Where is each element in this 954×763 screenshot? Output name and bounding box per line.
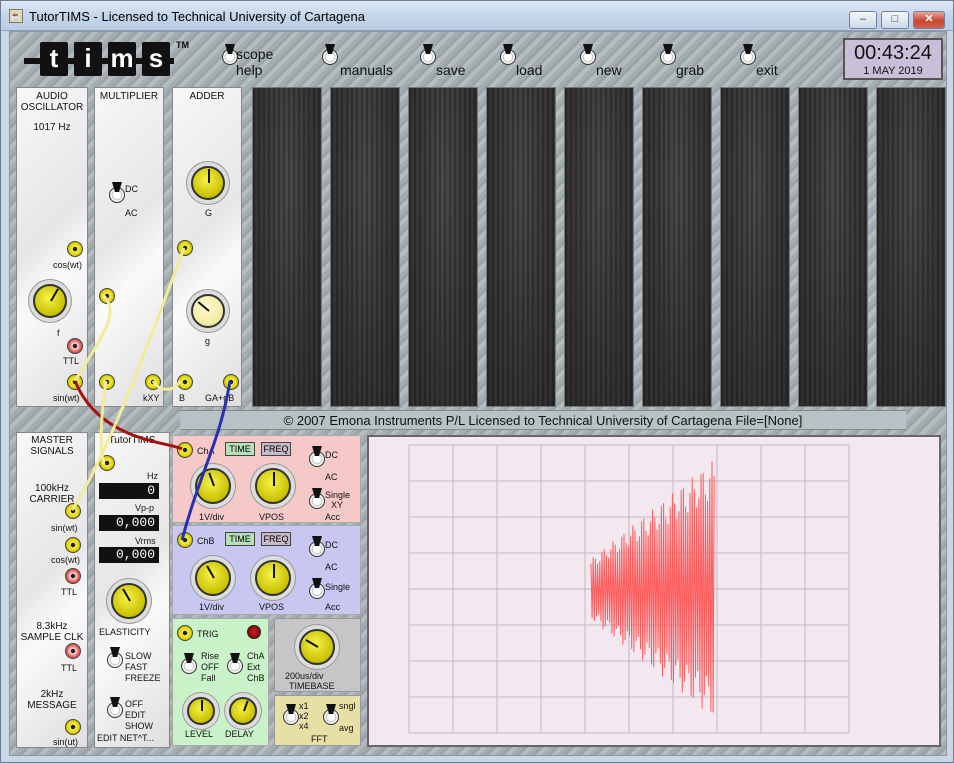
minimize-button[interactable]: – bbox=[849, 11, 877, 29]
tims-workspace: t i m s TM scope help manuals save load … bbox=[9, 31, 947, 756]
title-bar: ☕ TutorTIMS - Licensed to Technical Univ… bbox=[1, 1, 953, 31]
java-app-icon: ☕ bbox=[9, 9, 23, 23]
patch-wires bbox=[70, 247, 232, 541]
close-button[interactable]: ✕ bbox=[913, 11, 945, 29]
yellow-patch-wire bbox=[73, 293, 112, 382]
app-window: ☕ TutorTIMS - Licensed to Technical Univ… bbox=[0, 0, 954, 763]
maximize-button[interactable]: □ bbox=[881, 11, 909, 29]
blue-patch-wire bbox=[180, 380, 232, 541]
window-title: TutorTIMS - Licensed to Technical Univer… bbox=[29, 9, 365, 24]
yellow-patch-wire bbox=[70, 247, 186, 511]
yellow-patch-wire bbox=[151, 380, 182, 391]
